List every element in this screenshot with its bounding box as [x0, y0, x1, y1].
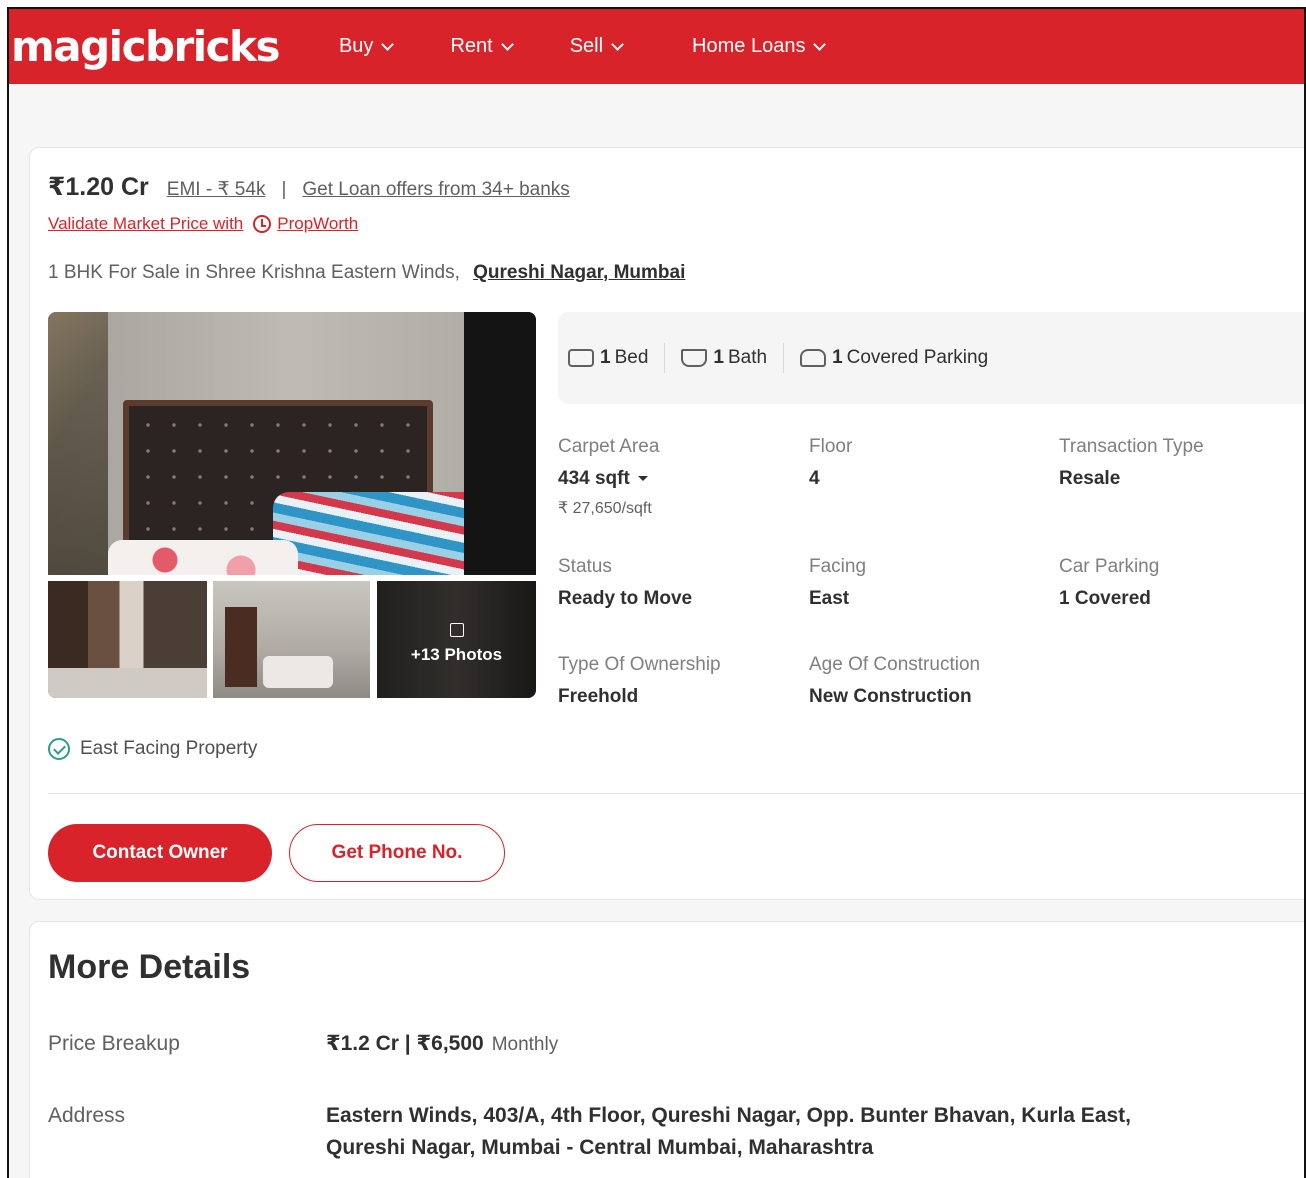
highlight-east-facing: East Facing Property [48, 738, 257, 760]
emi-link[interactable]: EMI - ₹ 54k [167, 178, 266, 201]
check-circle-icon [48, 738, 70, 760]
summary-status: Status Ready to Move [558, 556, 692, 610]
nav-buy[interactable]: Buy [338, 35, 395, 58]
price-breakup-label: Price Breakup [48, 1032, 180, 1055]
main-photo[interactable] [48, 312, 536, 575]
more-details-title: More Details [48, 948, 251, 986]
property-card: ₹1.20 Cr EMI - ₹ 54k | Get Loan offers f… [29, 147, 1304, 900]
summary-facing: Facing East [809, 556, 866, 610]
amenity-divider [783, 343, 785, 373]
chevron-down-icon [611, 37, 624, 51]
bath-label: Bath [727, 347, 768, 368]
status-label: Status [558, 556, 612, 577]
carpet-area-label: Carpet Area [558, 436, 660, 457]
nav-rent[interactable]: Rent [450, 35, 514, 58]
nav-sell[interactable]: Sell [569, 35, 624, 58]
car-icon [800, 349, 827, 367]
chevron-down-icon [813, 37, 827, 51]
address-value: Eastern Winds, 403/A, 4th Floor, Qureshi… [326, 1100, 1131, 1164]
thumbnail-photo[interactable] [213, 581, 370, 698]
summary-floor: Floor 4 [809, 436, 852, 490]
carpet-area-text: 434 sqft [558, 468, 630, 489]
main-nav: Buy Rent Sell Home Loans [319, 35, 827, 58]
price-row: ₹1.20 Cr EMI - ₹ 54k | Get Loan offers f… [48, 172, 570, 202]
validate-price-text: Validate Market Price with [48, 214, 244, 233]
magicbricks-logo[interactable]: magicbricks [11, 22, 280, 71]
bed-label: Bed [614, 347, 649, 368]
nav-rent-label: Rent [450, 35, 493, 57]
contact-owner-button[interactable]: Contact Owner [48, 824, 272, 882]
car-parking-value: 1 Covered [1059, 588, 1151, 609]
chevron-down-icon [500, 37, 514, 51]
propworth-label: PropWorth [277, 214, 359, 233]
status-value: Ready to Move [558, 588, 693, 609]
price-separator: | [281, 179, 287, 200]
summary-transaction: Transaction Type Resale [1059, 436, 1204, 490]
photo-curtain [464, 312, 536, 575]
browser-frame: magicbricks Buy Rent Sell Home Loans ₹1.… [7, 7, 1306, 1178]
chevron-down-icon [381, 37, 395, 51]
amenity-bath: 1 Bath [681, 347, 767, 369]
more-photos-overlay: +13 Photos [377, 581, 536, 698]
address-label: Address [48, 1104, 126, 1127]
caret-down-icon [637, 476, 648, 482]
bed-count: 1 [600, 347, 611, 368]
photo-blankets [273, 492, 493, 575]
age-value: New Construction [809, 686, 972, 707]
validate-price-link[interactable]: Validate Market Price with PropWorth [48, 214, 358, 234]
highlight-text: East Facing Property [80, 738, 258, 759]
price-breakup-value: ₹1.2 Cr | ₹6,500 Monthly [326, 1028, 558, 1061]
facing-value: East [809, 588, 850, 609]
divider [48, 793, 1304, 794]
bath-icon [681, 349, 708, 367]
address-line-1: Eastern Winds, 403/A, 4th Floor, Qureshi… [326, 1104, 1132, 1127]
transaction-label: Transaction Type [1059, 436, 1204, 457]
floor-label: Floor [809, 436, 853, 457]
price-breakup-amount: ₹1.2 Cr | ₹6,500 [326, 1032, 484, 1055]
summary-car-parking: Car Parking 1 Covered [1059, 556, 1159, 610]
amenities-bar: 1 Bed 1 Bath 1 Covered Parking [558, 312, 1304, 404]
price-per-sqft: ₹ 27,650/sqft [558, 500, 652, 517]
nav-home-loans[interactable]: Home Loans [692, 35, 827, 58]
photo-plant [48, 312, 108, 575]
property-title: 1 BHK For Sale in Shree Krishna Eastern … [48, 262, 685, 284]
ownership-label: Type Of Ownership [558, 654, 721, 675]
age-label: Age Of Construction [809, 654, 981, 675]
amenity-parking: 1 Covered Parking [800, 347, 988, 369]
summary-ownership: Type Of Ownership Freehold [558, 654, 721, 708]
summary-carpet-area: Carpet Area 434 sqft ₹ 27,650/sqft [558, 436, 659, 518]
property-title-text: 1 BHK For Sale in Shree Krishna Eastern … [48, 262, 460, 283]
ownership-value: Freehold [558, 686, 639, 707]
bath-count: 1 [713, 347, 724, 368]
car-parking-label: Car Parking [1059, 556, 1160, 577]
bed-icon [568, 349, 594, 367]
parking-label: Covered Parking [846, 347, 989, 368]
facing-label: Facing [809, 556, 867, 577]
loan-offers-link[interactable]: Get Loan offers from 34+ banks [302, 179, 569, 201]
carpet-area-value[interactable]: 434 sqft [558, 468, 659, 490]
property-price: ₹1.20 Cr [48, 173, 149, 201]
more-details-card: More Details Price Breakup ₹1.2 Cr | ₹6,… [29, 921, 1304, 1178]
nav-home-loans-label: Home Loans [692, 35, 806, 57]
amenity-bed: 1 Bed [568, 347, 648, 369]
site-header: magicbricks Buy Rent Sell Home Loans [9, 9, 1304, 84]
gallery-icon [449, 622, 464, 637]
nav-buy-label: Buy [338, 35, 374, 57]
amenity-divider [664, 343, 666, 373]
locality-link[interactable]: Qureshi Nagar, Mumbai [473, 262, 685, 283]
nav-sell-label: Sell [569, 35, 604, 57]
floor-value: 4 [809, 468, 820, 489]
transaction-value: Resale [1059, 468, 1121, 489]
price-breakup-suffix: Monthly [491, 1034, 559, 1055]
more-photos-thumbnail[interactable]: +13 Photos [377, 581, 536, 698]
summary-age: Age Of Construction New Construction [809, 654, 980, 708]
address-line-2: Qureshi Nagar, Mumbai - Central Mumbai, … [326, 1136, 874, 1159]
get-phone-button[interactable]: Get Phone No. [289, 824, 505, 882]
more-photos-label: +13 Photos [410, 644, 503, 664]
photo-pillows [108, 540, 298, 575]
thumbnail-photo[interactable] [48, 581, 207, 698]
propworth-icon [253, 215, 272, 233]
parking-count: 1 [832, 347, 843, 368]
